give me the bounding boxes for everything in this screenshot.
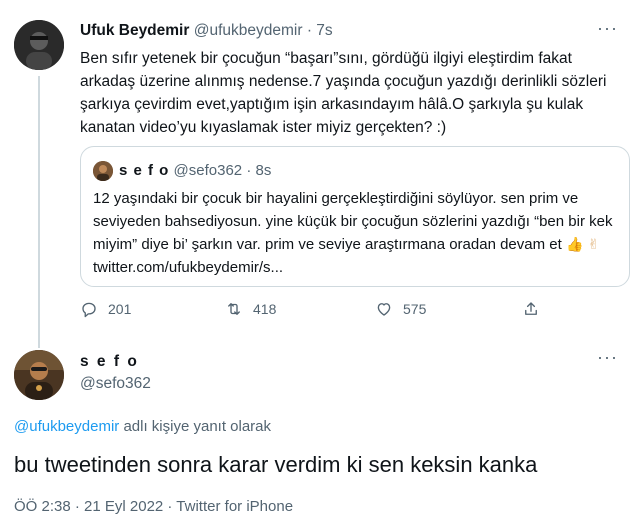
quoted-text-content: 12 yaşındaki bir çocuk bir hayalini gerç… [93,190,613,253]
reply-button[interactable]: 201 [80,300,131,318]
quoted-link[interactable]: twitter.com/ufukbeydemir/s... [93,259,283,276]
share-icon [525,302,537,315]
retweet-icon [228,303,240,315]
victory-hand-emoji: ✌ [587,236,600,252]
replying-to: @ufukbeydemir adlı kişiye yanıt olarak [14,418,271,435]
quoted-handle: @sefo362 [173,162,243,179]
reply-mention-link[interactable]: @ufukbeydemir [14,418,119,435]
avatar-ufuk[interactable] [14,20,64,70]
reply-icon [82,302,96,318]
thumbs-up-emoji: 👍 [565,236,584,252]
tweet-actions: 201 418 575 [80,300,550,324]
avatar-sefo[interactable] [14,350,64,400]
reply-author-name[interactable]: s e f o [80,353,139,371]
like-count: 575 [403,301,427,317]
reply-tweet[interactable]: s e f o @sefo362 ··· @ufukbeydemir adlı … [0,345,640,520]
tweet-meta[interactable]: ÖÖ 2:38 · 21 Eyl 2022 · Twitter for iPho… [14,498,293,515]
quoted-text: 12 yaşındaki bir çocuk bir hayalini gerç… [93,187,618,279]
reply-author-handle[interactable]: @sefo362 [80,375,151,393]
quoted-avatar [93,161,113,181]
reply-count: 201 [108,301,132,317]
reply-text: bu tweetinden sonra karar verdim ki sen … [14,452,538,477]
tweet-text: Ben sıfır yetenek bir çocuğun “başarı”sı… [80,50,607,136]
author-name[interactable]: Ufuk Beydemir [80,22,189,39]
quoted-time: · 8s [246,162,272,179]
author-handle[interactable]: @ufukbeydemir [194,22,303,39]
share-button[interactable] [522,300,540,318]
more-options-icon[interactable]: ··· [597,18,618,39]
main-tweet[interactable]: Ufuk Beydemir @ufukbeydemir · 7s ··· Ben… [0,0,640,348]
reply-more-options-icon[interactable]: ··· [597,347,618,368]
thread-line [38,76,40,348]
like-button[interactable]: 575 [375,300,426,318]
tweet-header: Ufuk Beydemir @ufukbeydemir · 7s [80,22,333,40]
quoted-header: s e f o @sefo362 · 8s [119,162,271,179]
retweet-count: 418 [253,301,277,317]
reply-to-suffix: adlı kişiye yanıt olarak [119,418,272,435]
retweet-button[interactable]: 418 [225,300,276,318]
tweet-time[interactable]: · 7s [307,22,333,39]
quoted-name: s e f o [119,162,170,179]
quoted-tweet[interactable]: s e f o @sefo362 · 8s 12 yaşındaki bir ç… [80,146,630,287]
heart-icon [377,303,391,316]
